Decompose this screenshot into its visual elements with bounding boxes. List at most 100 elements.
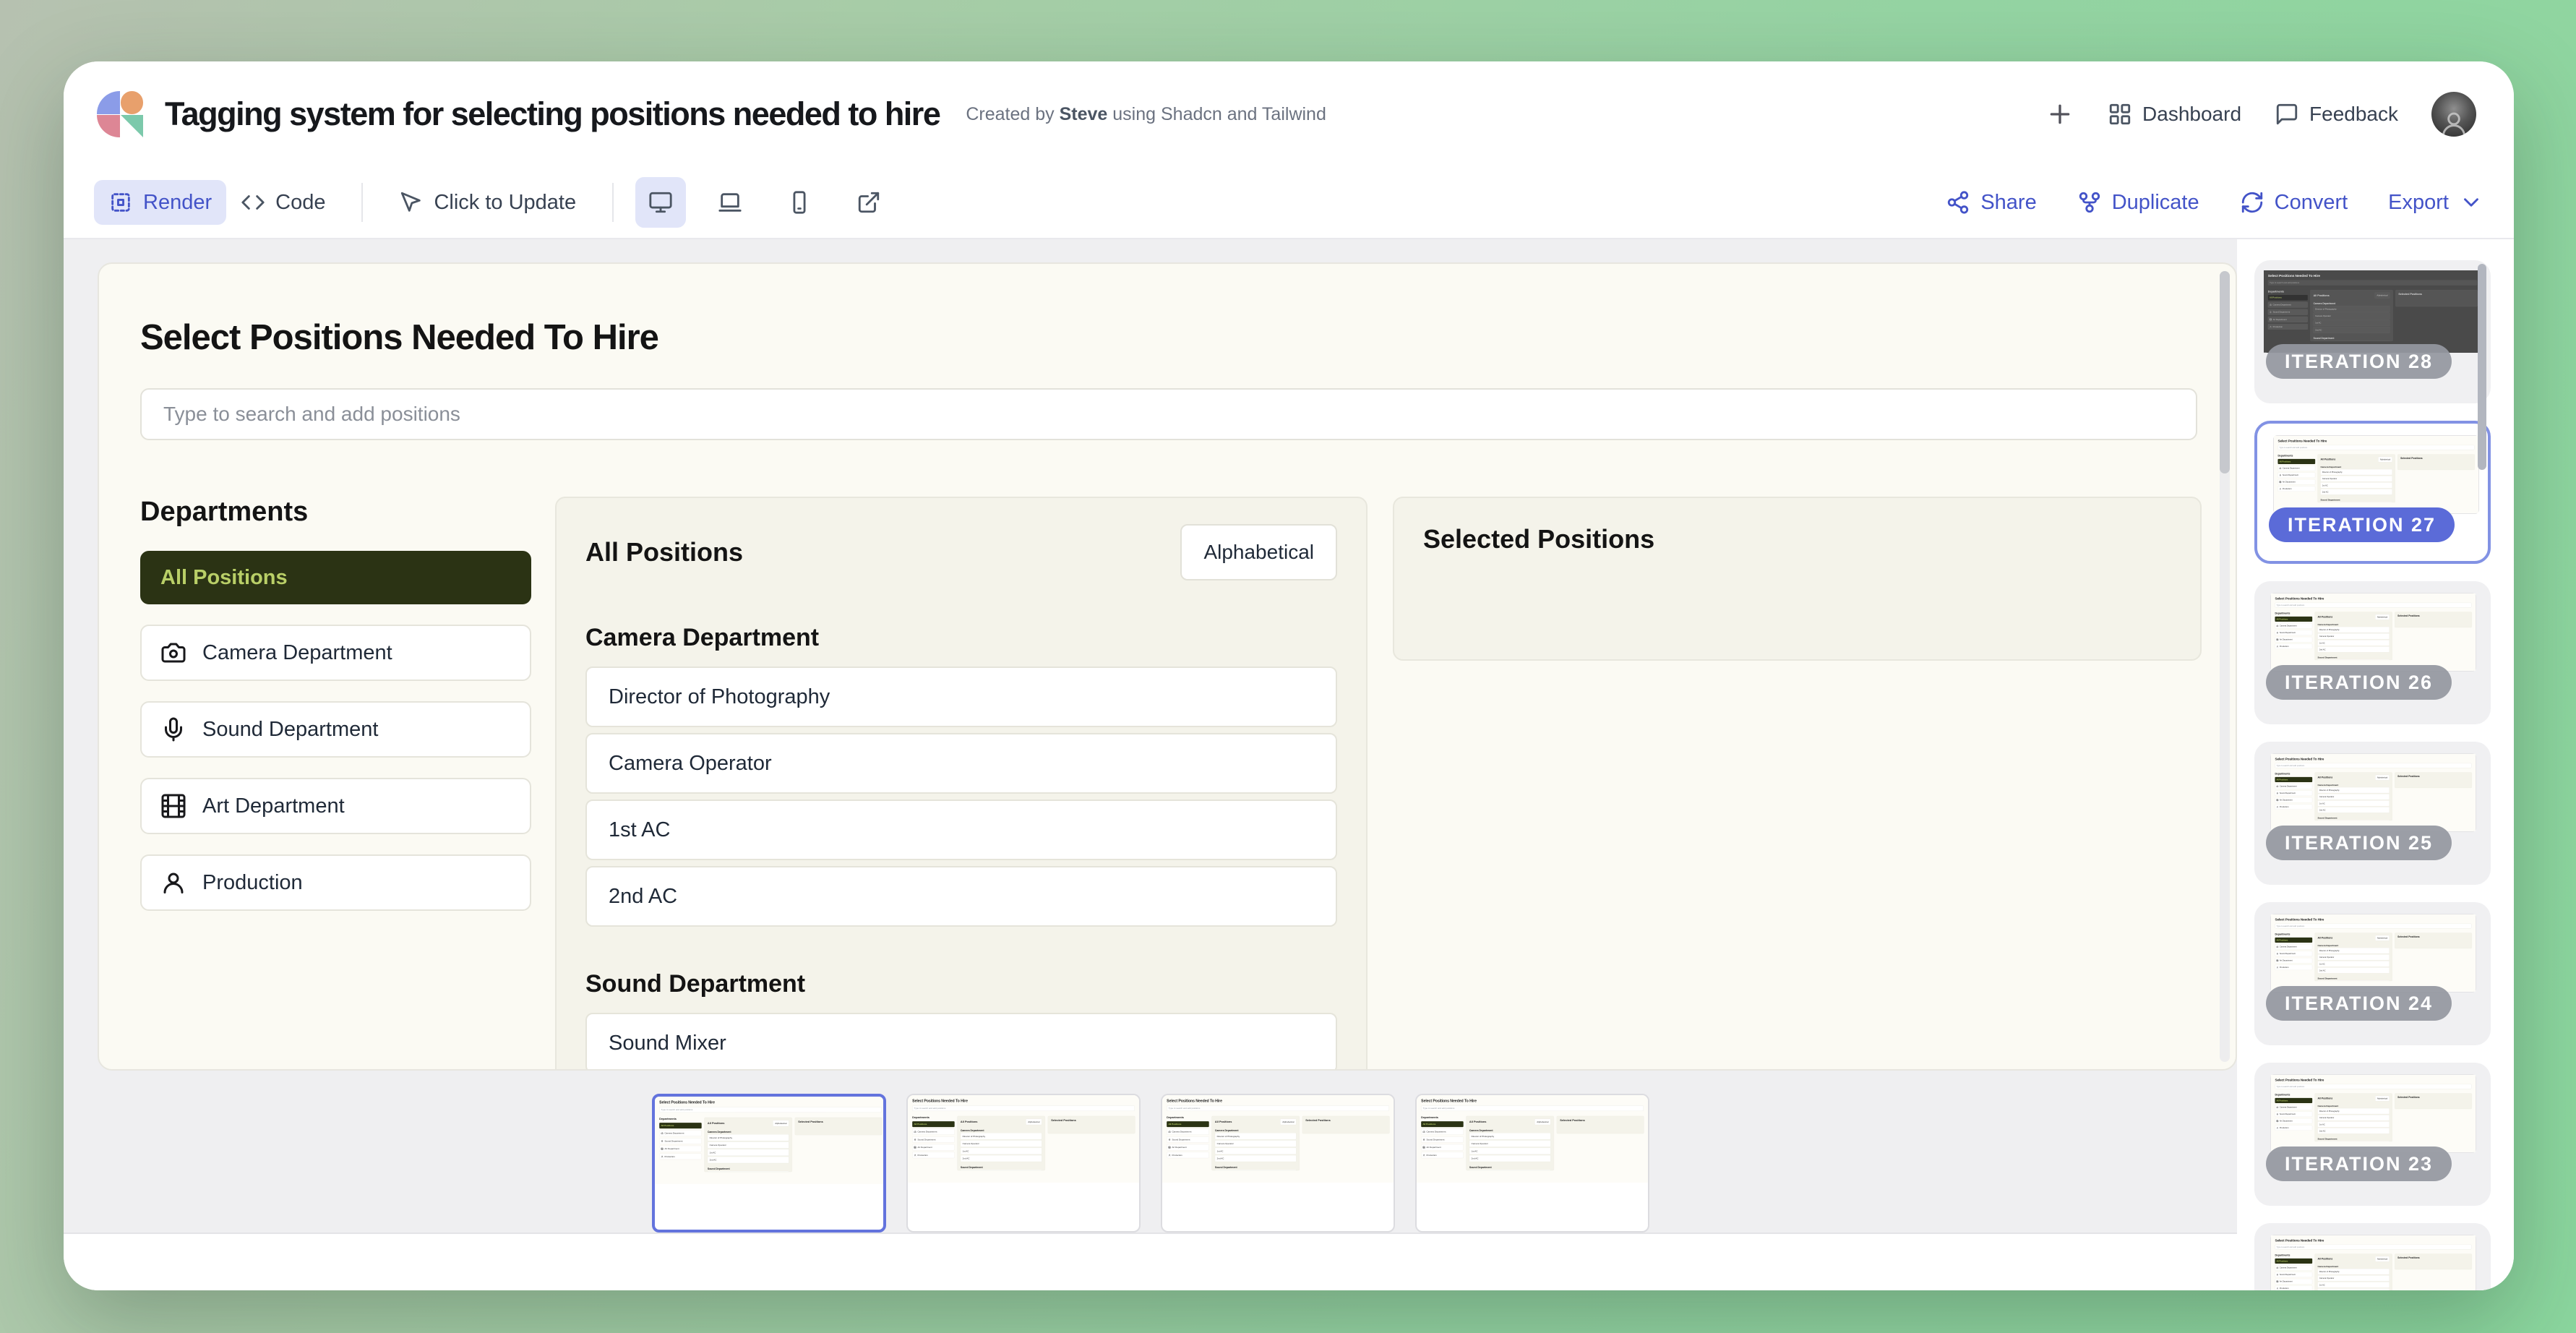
departments-heading: Departments (140, 497, 531, 528)
convert-icon (2240, 190, 2264, 215)
click-to-update-label: Click to Update (434, 191, 576, 215)
iteration-card-iteration-23[interactable]: Select Positions Needed To HireType to s… (2254, 1063, 2491, 1206)
mini-preview-fit: Select Positions Needed To HireType to s… (2271, 914, 2476, 992)
duplicate-button[interactable]: Duplicate (2077, 190, 2199, 215)
new-project-icon[interactable] (2045, 100, 2074, 129)
position-item-2nd-ac[interactable]: 2nd AC (585, 866, 1337, 927)
iteration-card-partial[interactable]: Select Positions Needed To HireType to s… (2254, 1223, 2491, 1290)
share-button[interactable]: Share (1946, 190, 2036, 215)
department-button-production[interactable]: Production (140, 854, 531, 911)
mobile-icon (787, 190, 812, 215)
preview-canvas: Select Positions Needed To Hire Departme… (64, 239, 2237, 1233)
feedback-label: Feedback (2309, 103, 2398, 126)
iteration-card-iteration-25[interactable]: Select Positions Needed To HireType to s… (2254, 742, 2491, 885)
department-button-art-department[interactable]: Art Department (140, 778, 531, 834)
iteration-card-iteration-27[interactable]: Select Positions Needed To HireType to s… (2254, 421, 2491, 564)
convert-label: Convert (2275, 191, 2348, 215)
iteration-badge: ITERATION 24 (2266, 986, 2452, 1021)
position-item-camera-operator[interactable]: Camera Operator (585, 733, 1337, 794)
feedback-button[interactable]: Feedback (2275, 102, 2398, 127)
mini-preview-fit: Select Positions Needed To HireType to s… (1417, 1095, 1648, 1183)
position-item-director-of-photography[interactable]: Director of Photography (585, 666, 1337, 727)
department-button-sound-department[interactable]: Sound Department (140, 701, 531, 758)
iteration-screenshot: Select Positions Needed To HireType to s… (2273, 435, 2479, 514)
carousel-thumbnail-1[interactable]: Select Positions Needed To HireType to s… (652, 1094, 886, 1233)
app-columns: Departments All Positions Camera Departme… (140, 497, 2194, 1071)
mini-preview-fit: Select Positions Needed To HireType to s… (2264, 270, 2481, 353)
titlebar: Tagging system for selecting positions n… (64, 61, 2514, 167)
code-icon (241, 190, 265, 215)
department-label: Sound Department (202, 718, 378, 742)
position-item-sound-mixer[interactable]: Sound Mixer (585, 1013, 1337, 1071)
mini-app-preview: Select Positions Needed To HireType to s… (2264, 270, 2481, 353)
iteration-card-iteration-28[interactable]: Select Positions Needed To HireType to s… (2254, 260, 2491, 403)
department-button-all-positions[interactable]: All Positions (140, 551, 531, 604)
departments-list: All Positions Camera Department Sound Depa… (140, 551, 531, 911)
version-carousel: Select Positions Needed To HireType to s… (64, 1094, 2237, 1233)
iteration-card-iteration-26[interactable]: Select Positions Needed To HireType to s… (2254, 581, 2491, 724)
department-label: Art Department (202, 794, 345, 818)
camera-icon (160, 640, 186, 666)
search-input[interactable] (140, 388, 2197, 440)
duplicate-icon (2077, 190, 2102, 215)
mini-preview-fit: Select Positions Needed To HireType to s… (2271, 593, 2476, 671)
iteration-card-iteration-24[interactable]: Select Positions Needed To HireType to s… (2254, 902, 2491, 1045)
laptop-icon (718, 190, 742, 215)
avatar[interactable] (2431, 92, 2476, 137)
mobile-preview-button[interactable] (774, 177, 825, 228)
toolbar-divider (612, 183, 614, 222)
iteration-screenshot: Select Positions Needed To HireType to s… (2264, 270, 2481, 353)
iteration-badge: ITERATION 27 (2269, 507, 2455, 542)
mini-preview-fit: Select Positions Needed To HireType to s… (2271, 754, 2476, 831)
mini-preview-fit: Select Positions Needed To HireType to s… (2271, 1075, 2476, 1152)
share-icon (1946, 190, 1970, 215)
mini-app-preview: Select Positions Needed To HireType to s… (2271, 1235, 2476, 1290)
desktop-preview-button[interactable] (635, 177, 686, 228)
duplicate-label: Duplicate (2112, 191, 2199, 215)
render-tab[interactable]: Render (94, 180, 226, 225)
chevron-down-icon (2459, 190, 2483, 215)
dashboard-button[interactable]: Dashboard (2108, 102, 2241, 127)
code-tab[interactable]: Code (226, 180, 340, 225)
bottom-strip (64, 1233, 2237, 1290)
laptop-preview-button[interactable] (705, 177, 755, 228)
department-button-camera-department[interactable]: Camera Department (140, 625, 531, 681)
desktop-background: Tagging system for selecting positions n… (0, 0, 2576, 1333)
mini-preview-fit: Select Positions Needed To HireType to s… (655, 1097, 886, 1184)
mini-app-preview: Select Positions Needed To HireType to s… (2274, 436, 2478, 513)
toolbar: Render Code Click to Update (64, 167, 2514, 239)
alphabetical-button[interactable]: Alphabetical (1180, 524, 1337, 580)
convert-button[interactable]: Convert (2240, 190, 2348, 215)
export-button[interactable]: Export (2388, 190, 2483, 215)
preview-scrollbar-thumb[interactable] (2220, 271, 2230, 473)
user-icon (160, 870, 186, 896)
mini-preview-fit: Select Positions Needed To HireType to s… (2271, 1235, 2476, 1290)
click-to-update-button[interactable]: Click to Update (385, 180, 591, 225)
mini-app-preview: Select Positions Needed To HireType to s… (655, 1097, 886, 1184)
position-rows: Sound Mixer (585, 1013, 1337, 1071)
open-preview-button[interactable] (843, 177, 894, 228)
carousel-thumbnail-4[interactable]: Select Positions Needed To HireType to s… (1415, 1094, 1649, 1233)
position-item-1st-ac[interactable]: 1st AC (585, 800, 1337, 860)
device-preview-group (635, 177, 894, 228)
selected-positions-heading: Selected Positions (1423, 524, 2171, 554)
departments-column: Departments All Positions Camera Departme… (140, 497, 531, 1071)
carousel-thumbnail-3[interactable]: Select Positions Needed To HireType to s… (1161, 1094, 1395, 1233)
iteration-badge: ITERATION 28 (2266, 344, 2452, 379)
carousel-thumbnail-2[interactable]: Select Positions Needed To HireType to s… (906, 1094, 1141, 1233)
dashboard-grid-icon (2108, 102, 2132, 127)
positions-sections: Camera DepartmentDirector of Photography… (585, 624, 1337, 1071)
mini-app-preview: Select Positions Needed To HireType to s… (2271, 593, 2476, 671)
department-label: Production (202, 871, 303, 895)
app-window: Tagging system for selecting positions n… (64, 61, 2514, 1290)
export-label: Export (2388, 191, 2449, 215)
sidebar-scrollbar-thumb[interactable] (2478, 264, 2486, 470)
mini-preview-fit: Select Positions Needed To HireType to s… (2274, 436, 2478, 513)
selected-positions-panel: Selected Positions (1393, 497, 2202, 661)
mini-app-preview: Select Positions Needed To HireType to s… (1162, 1095, 1394, 1183)
mini-app-preview: Select Positions Needed To HireType to s… (1417, 1095, 1648, 1183)
magic-patterns-logo (97, 91, 143, 137)
mini-app-preview: Select Positions Needed To HireType to s… (908, 1095, 1139, 1183)
iteration-badge: ITERATION 23 (2266, 1146, 2452, 1181)
position-section-heading: Sound Department (585, 970, 1337, 998)
